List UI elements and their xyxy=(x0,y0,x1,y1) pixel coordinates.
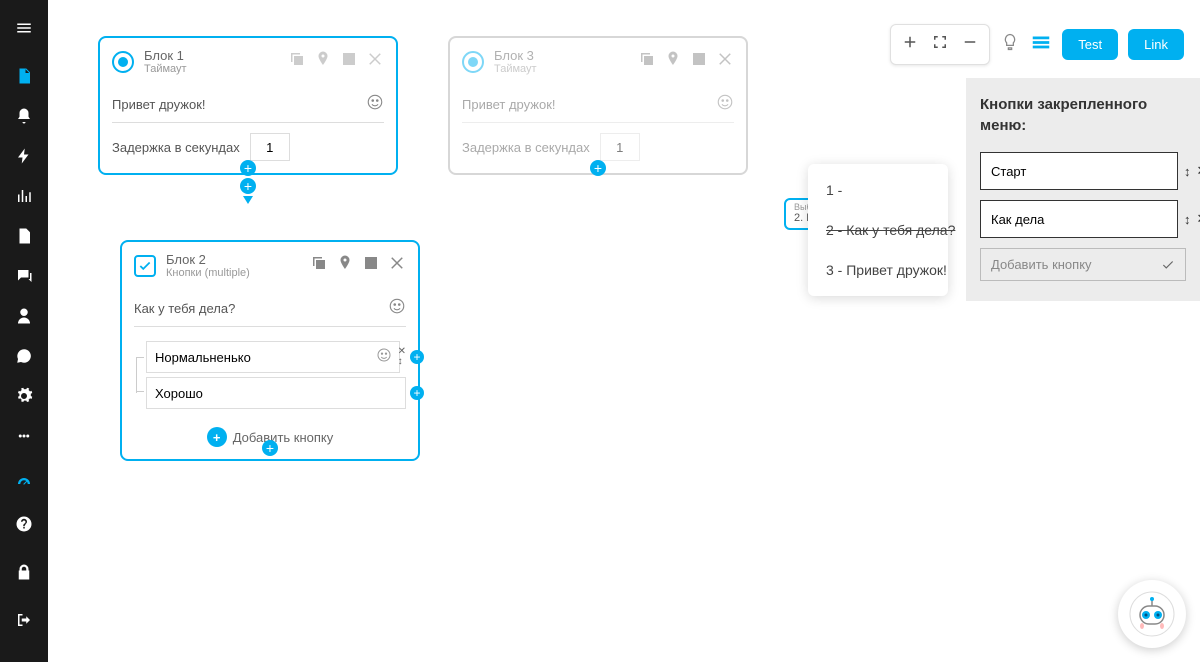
zoom-controls xyxy=(890,24,990,65)
connector-add[interactable]: + xyxy=(240,178,256,194)
option-row: ✕ ↕ + xyxy=(146,341,406,373)
block-title: Блок 1 xyxy=(144,48,288,63)
remove-icon[interactable]: ✕ xyxy=(1197,163,1200,179)
reorder-icon[interactable]: ↕ xyxy=(1184,212,1191,227)
option-input[interactable] xyxy=(146,377,406,409)
bell-icon[interactable] xyxy=(0,96,48,136)
connector-out[interactable]: + xyxy=(240,160,256,176)
message-text[interactable]: Привет дружок! xyxy=(112,97,366,112)
pin-icon[interactable] xyxy=(664,50,682,73)
delay-input[interactable] xyxy=(600,133,640,161)
bulb-icon[interactable] xyxy=(1000,32,1020,57)
chat-icon[interactable] xyxy=(0,336,48,376)
block-title: Блок 3 xyxy=(494,48,638,63)
menu-button-row: ↕ ✕ xyxy=(980,152,1186,190)
pinned-menu-panel: Кнопки закрепленного меню: ↕ ✕ ↕ ✕ Добав… xyxy=(966,78,1200,301)
check-icon xyxy=(134,255,156,277)
logout-icon[interactable] xyxy=(0,600,48,640)
chatbot-avatar[interactable] xyxy=(1118,580,1186,648)
menu-button-row: ↕ ✕ xyxy=(980,200,1186,238)
block-title: Блок 2 xyxy=(166,252,310,267)
user-icon[interactable] xyxy=(0,296,48,336)
add-menu-button[interactable]: Добавить кнопку xyxy=(980,248,1186,281)
robot-icon xyxy=(1128,590,1176,638)
delay-label: Задержка в секундах xyxy=(112,140,240,155)
top-toolbar: Test Link xyxy=(890,24,1184,65)
emoji-icon[interactable] xyxy=(388,297,406,320)
reorder-icon[interactable]: ↕ xyxy=(398,357,406,367)
block-selector-options: 1 - 2 - Как у тебя дела? 3 - Привет друж… xyxy=(808,164,948,296)
chart-icon[interactable] xyxy=(0,176,48,216)
connector-out[interactable]: + xyxy=(262,440,278,456)
clock-icon xyxy=(112,51,134,73)
zoom-out-icon[interactable] xyxy=(961,33,979,56)
image-icon[interactable] xyxy=(362,254,380,277)
gear-icon[interactable] xyxy=(0,376,48,416)
block-3[interactable]: Блок 3 Таймаут Привет дружок! Задержка в… xyxy=(448,36,748,175)
help-icon[interactable] xyxy=(0,504,48,544)
plus-icon: + xyxy=(207,427,227,447)
option-3[interactable]: 3 - Привет дружок! xyxy=(808,250,948,290)
add-option-label: Добавить кнопку xyxy=(233,430,334,445)
option-row: + xyxy=(146,377,406,409)
reorder-icon[interactable]: ↕ xyxy=(1184,164,1191,179)
arrow-down-icon xyxy=(243,196,253,204)
message-text[interactable]: Как у тебя дела? xyxy=(134,301,388,316)
emoji-icon[interactable] xyxy=(366,93,384,116)
link-button[interactable]: Link xyxy=(1128,29,1184,60)
block-subtitle: Таймаут xyxy=(144,63,288,75)
zoom-in-icon[interactable] xyxy=(901,33,919,56)
pin-icon[interactable] xyxy=(336,254,354,277)
block-1[interactable]: Блок 1 Таймаут Привет дружок! Задержка в… xyxy=(98,36,398,175)
canvas[interactable]: Блок 1 Таймаут Привет дружок! Задержка в… xyxy=(48,0,1200,662)
close-icon[interactable] xyxy=(716,50,734,73)
remove-icon[interactable]: ✕ xyxy=(1197,211,1200,227)
block-subtitle: Таймаут xyxy=(494,63,638,75)
connector-out[interactable]: + xyxy=(590,160,606,176)
more-icon[interactable] xyxy=(0,416,48,456)
copy-icon[interactable] xyxy=(288,50,306,73)
emoji-icon[interactable] xyxy=(376,347,392,368)
chat-multi-icon[interactable] xyxy=(0,256,48,296)
bolt-icon[interactable] xyxy=(0,136,48,176)
menu-button-input[interactable] xyxy=(980,200,1178,238)
close-icon[interactable] xyxy=(388,254,406,277)
image-icon[interactable] xyxy=(690,50,708,73)
pin-icon[interactable] xyxy=(314,50,332,73)
connector-option[interactable]: + xyxy=(410,350,424,364)
block-2[interactable]: Блок 2 Кнопки (multiple) Как у тебя дела… xyxy=(120,240,420,461)
sidebar xyxy=(0,0,48,662)
connector-option[interactable]: + xyxy=(410,386,424,400)
menu-icon[interactable] xyxy=(0,0,48,56)
block-subtitle: Кнопки (multiple) xyxy=(166,267,310,279)
option-input[interactable] xyxy=(146,341,400,373)
copy-icon[interactable] xyxy=(638,50,656,73)
dashboard-icon[interactable] xyxy=(0,464,48,504)
menu-icon[interactable] xyxy=(1030,31,1052,58)
test-button[interactable]: Test xyxy=(1062,29,1118,60)
option-1[interactable]: 1 - xyxy=(808,170,948,210)
copy-icon[interactable] xyxy=(310,254,328,277)
page-icon[interactable] xyxy=(0,56,48,96)
add-menu-label: Добавить кнопку xyxy=(991,257,1092,272)
delay-label: Задержка в секундах xyxy=(462,140,590,155)
lock-icon[interactable] xyxy=(0,552,48,592)
message-text[interactable]: Привет дружок! xyxy=(462,97,716,112)
close-icon[interactable] xyxy=(366,50,384,73)
focus-icon[interactable] xyxy=(931,33,949,56)
clock-icon xyxy=(462,51,484,73)
emoji-icon[interactable] xyxy=(716,93,734,116)
panel-heading: Кнопки закрепленного меню: xyxy=(980,94,1186,136)
doc-icon[interactable] xyxy=(0,216,48,256)
delay-input[interactable] xyxy=(250,133,290,161)
option-2[interactable]: 2 - Как у тебя дела? xyxy=(808,210,948,250)
check-icon xyxy=(1161,258,1175,272)
menu-button-input[interactable] xyxy=(980,152,1178,190)
image-icon[interactable] xyxy=(340,50,358,73)
